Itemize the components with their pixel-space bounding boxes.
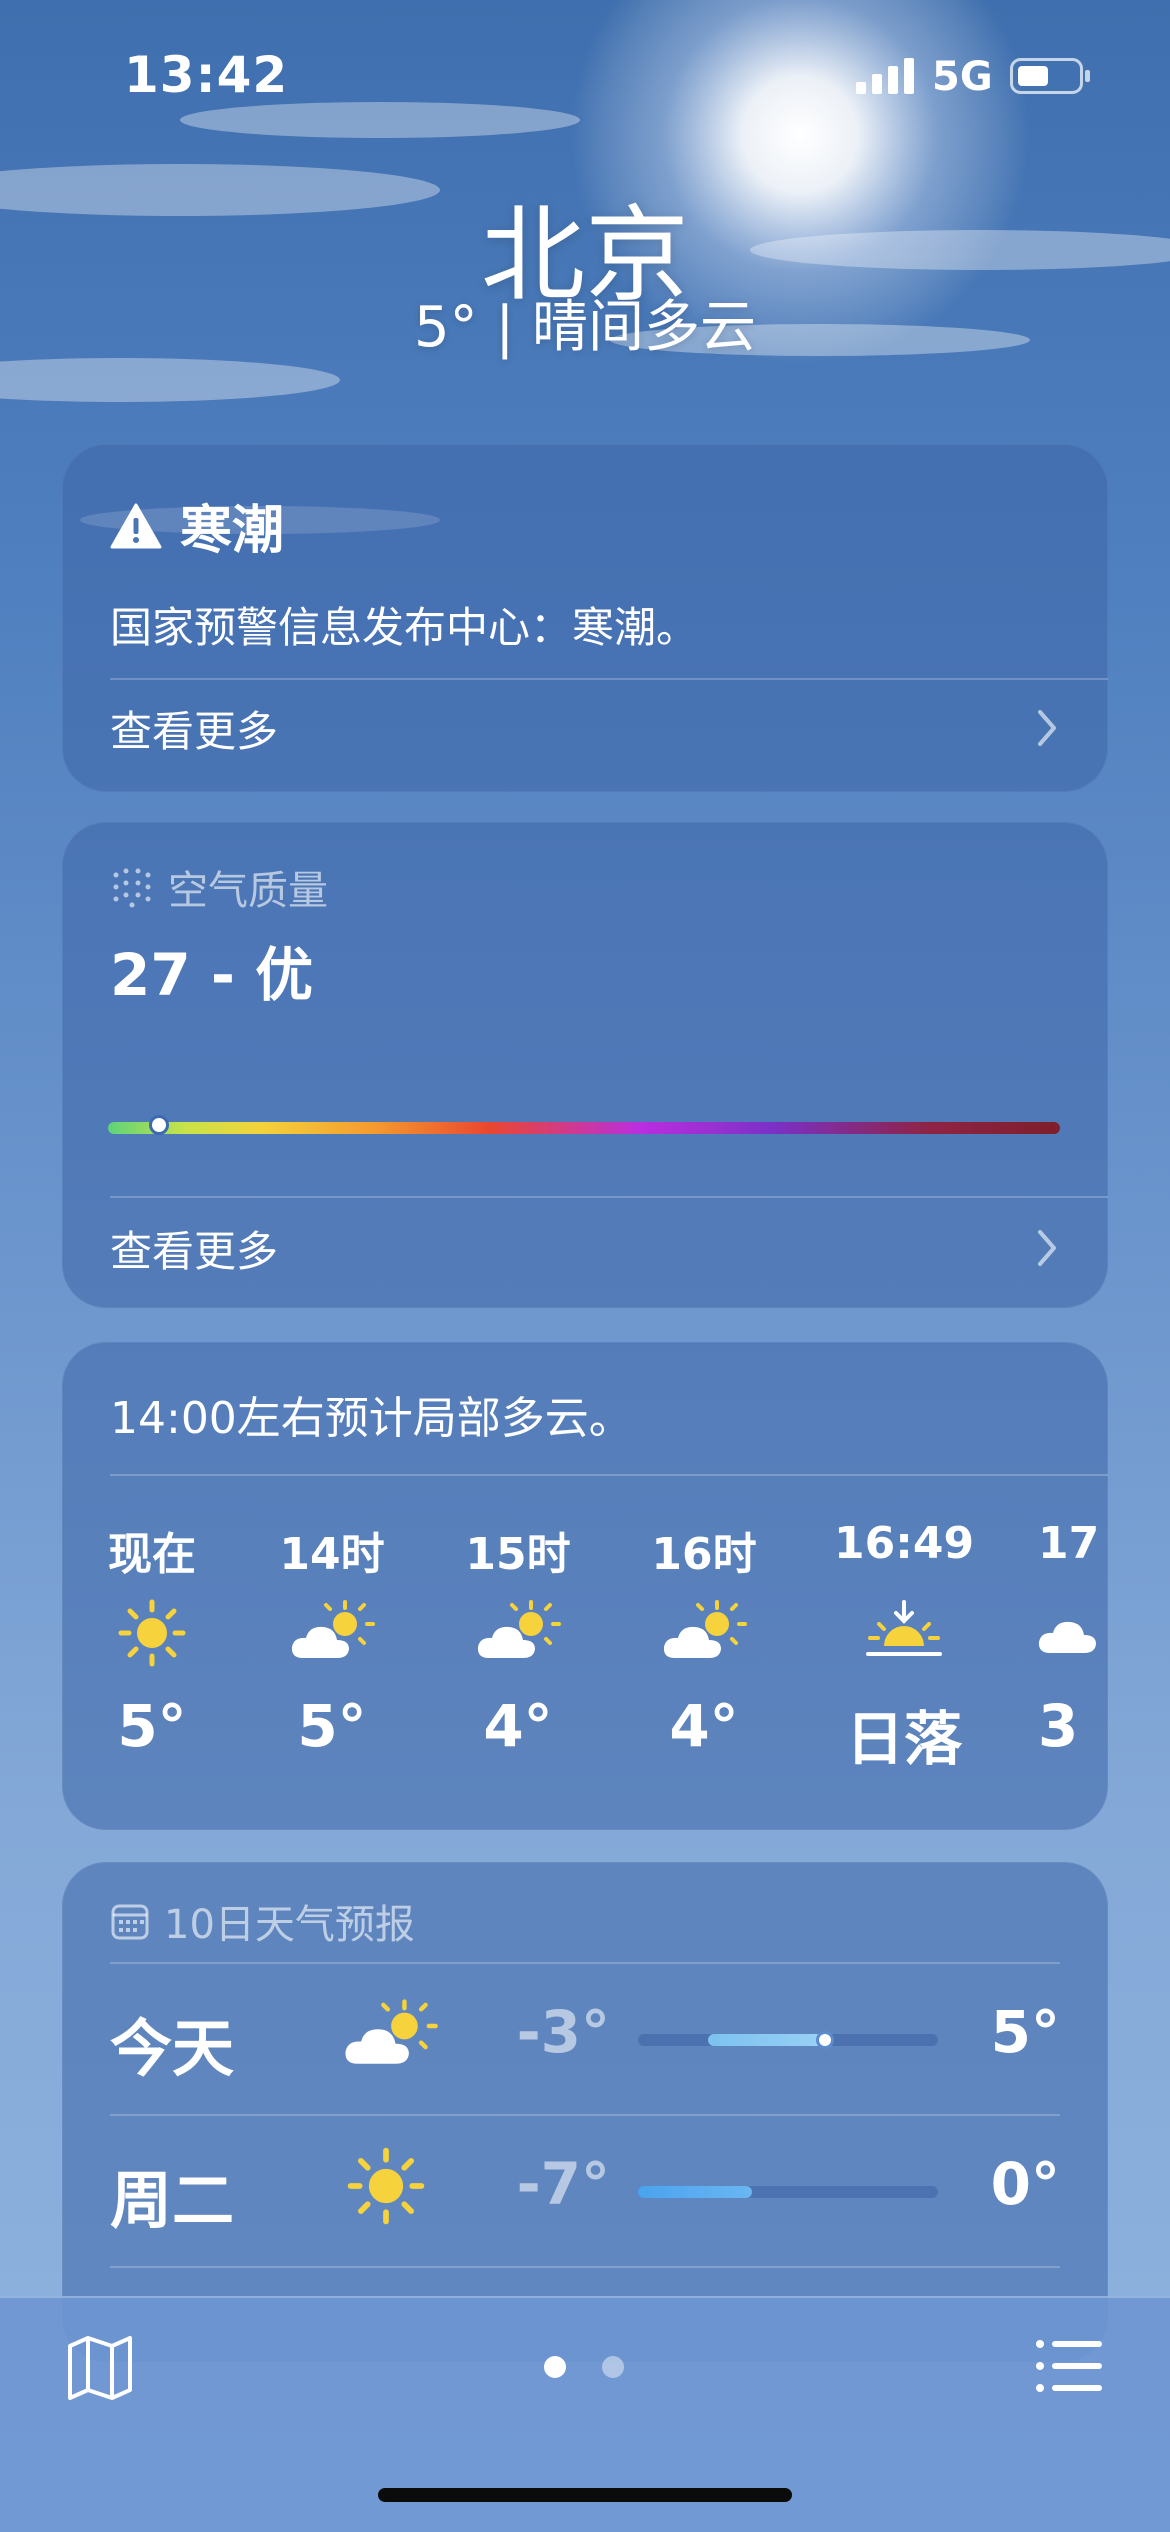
aqi-indicator xyxy=(149,1115,170,1135)
divider xyxy=(110,678,1108,680)
battery-icon xyxy=(1010,58,1090,94)
alert-card[interactable]: 寒潮 国家预警信息发布中心：寒潮。 查看更多 xyxy=(62,444,1108,792)
forecast-low: -7° xyxy=(516,2150,610,2218)
hourly-summary: 14:00左右预计局部多云。 xyxy=(110,1393,633,1444)
hour-label: 15时 xyxy=(465,1529,571,1580)
temp-range-fill xyxy=(708,2034,830,2046)
forecast-row-tuesday[interactable]: 周二 -7° 0° xyxy=(110,2116,1060,2266)
current-conditions: 5° | 晴间多云 xyxy=(413,295,757,360)
forecast-row-today[interactable]: 今天 -3° 5° xyxy=(110,1964,1060,2114)
hour-icon-slot xyxy=(82,1578,222,1688)
temp-range-track xyxy=(638,2031,938,2049)
chevron-right-icon xyxy=(1038,1230,1056,1266)
current-temp-dot xyxy=(816,2031,834,2049)
map-icon[interactable] xyxy=(64,2332,136,2404)
page-dot-active[interactable] xyxy=(544,2356,566,2378)
divider xyxy=(110,2266,1060,2268)
hour-column: 14时 5° xyxy=(262,1502,402,1760)
hour-column: 16:49 日落 xyxy=(834,1502,974,1776)
page-indicator[interactable] xyxy=(544,2356,624,2378)
hour-column: 15时 4° xyxy=(448,1502,588,1760)
partly-cloudy-icon xyxy=(477,1600,561,1658)
alert-title: 寒潮 xyxy=(180,501,285,561)
forecast-title: 10日天气预报 xyxy=(164,1902,415,1948)
hour-icon-slot xyxy=(262,1578,402,1688)
network-type: 5G xyxy=(932,54,993,100)
partly-cloudy-icon xyxy=(345,1999,438,2064)
hour-icon-slot xyxy=(834,1578,974,1688)
list-icon[interactable] xyxy=(1034,2336,1104,2396)
forecast-header: 10日天气预报 xyxy=(110,1892,415,1950)
hourly-scroller[interactable]: 现在 5° 14时 5° 15时 4° 16时 4° 16:49 日落 17 3 xyxy=(62,1502,1108,1802)
alert-title-row: 寒潮 xyxy=(110,488,284,563)
cloud-icon xyxy=(1038,1621,1096,1653)
calendar-icon xyxy=(111,1904,149,1940)
hour-temp: 5° xyxy=(117,1692,187,1760)
forecast-day: 今天 xyxy=(110,2012,235,2085)
page-dot[interactable] xyxy=(602,2356,624,2378)
hour-temp: 5° xyxy=(297,1692,367,1760)
hour-label: 16:49 xyxy=(834,1518,975,1569)
home-indicator[interactable] xyxy=(378,2488,792,2502)
forecast-high: 0° xyxy=(990,2150,1060,2218)
sunset-icon xyxy=(866,1600,942,1656)
hour-icon-slot xyxy=(448,1578,588,1688)
air-quality-more-link[interactable]: 查看更多 xyxy=(110,1218,278,1279)
air-quality-card[interactable]: 空气质量 27 - 优 查看更多 xyxy=(62,822,1108,1308)
toolbar-divider xyxy=(0,2296,1170,2298)
hour-label: 现在 xyxy=(108,1529,196,1580)
divider xyxy=(110,1196,1108,1198)
temp-range-track xyxy=(638,2186,938,2198)
air-quality-icon xyxy=(113,868,151,908)
temp-range-fill xyxy=(638,2186,752,2198)
alert-body: 国家预警信息发布中心：寒潮。 xyxy=(110,603,699,652)
aqi-value: 27 - 优 xyxy=(110,941,314,1009)
hour-label: 17 xyxy=(1038,1518,1100,1569)
divider xyxy=(110,1474,1108,1476)
hour-column: 16时 4° xyxy=(634,1502,774,1760)
forecast-high: 5° xyxy=(990,1998,1060,2066)
partly-cloudy-icon xyxy=(663,1600,747,1658)
hour-label: 14时 xyxy=(279,1529,385,1580)
sun-icon xyxy=(118,1599,186,1667)
warning-icon xyxy=(110,503,162,548)
hour-label: 16时 xyxy=(651,1529,757,1580)
partly-cloudy-icon xyxy=(291,1600,375,1658)
forecast-day: 周二 xyxy=(110,2164,235,2237)
chevron-right-icon xyxy=(1038,710,1056,746)
status-time: 13:42 xyxy=(124,46,289,104)
hourly-forecast-card[interactable]: 14:00左右预计局部多云。 现在 5° 14时 5° 15时 4° 16时 4… xyxy=(62,1342,1108,1830)
hour-icon-slot xyxy=(1034,1578,1108,1688)
forecast-low: -3° xyxy=(516,1998,610,2066)
hour-icon-slot xyxy=(634,1578,774,1688)
hour-temp: 4° xyxy=(669,1692,739,1760)
hour-column: 现在 5° xyxy=(82,1502,222,1760)
sun-icon xyxy=(347,2147,425,2225)
hour-temp: 4° xyxy=(483,1692,553,1760)
aqi-scale-bar xyxy=(108,1115,1060,1135)
status-bar: 13:42 5G xyxy=(0,0,1170,150)
signal-icon xyxy=(856,58,914,94)
hour-column: 17 3 xyxy=(1034,1502,1108,1760)
hour-temp: 日落 xyxy=(845,1705,962,1773)
air-quality-title: 空气质量 xyxy=(168,868,328,914)
hour-temp: 3 xyxy=(1038,1692,1079,1760)
ten-day-forecast-card[interactable]: 10日天气预报 今天 -3° 5° 周二 -7° 0° xyxy=(62,1862,1108,2362)
air-quality-header: 空气质量 xyxy=(110,858,328,916)
alert-more-link[interactable]: 查看更多 xyxy=(110,698,278,759)
